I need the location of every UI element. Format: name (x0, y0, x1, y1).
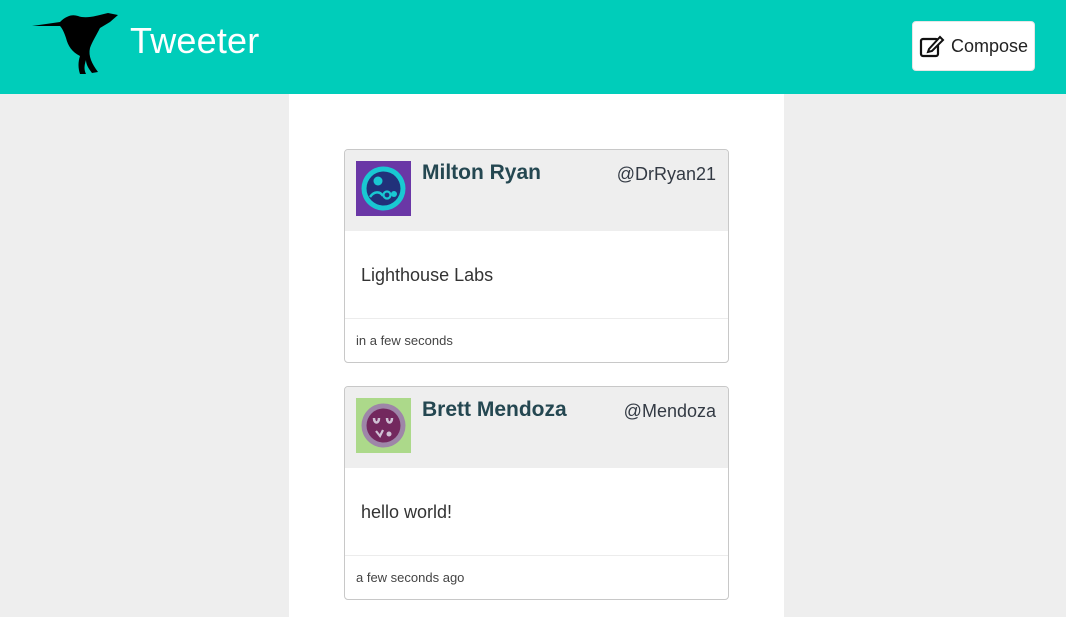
tweet-text: hello world! (345, 468, 728, 556)
tweet-container: Milton Ryan @DrRyan21 Lighthouse Labs in… (289, 94, 784, 617)
tweet-header: Brett Mendoza @Mendoza (345, 387, 728, 468)
tweet-author-name: Brett Mendoza (422, 398, 567, 421)
face-avatar-icon (356, 398, 411, 453)
tweet-author-handle: @Mendoza (623, 401, 716, 421)
navbar: Tweeter Compose (0, 0, 1066, 94)
tweet-author-handle: @DrRyan21 (616, 164, 716, 184)
compose-label: Compose (950, 35, 1029, 56)
tweet-timestamp: in a few seconds (356, 333, 453, 348)
tweet-header: Milton Ryan @DrRyan21 (345, 150, 728, 231)
tweet-author-name: Milton Ryan (422, 161, 541, 184)
brand-title[interactable]: Tweeter (130, 20, 259, 62)
edit-icon (919, 35, 945, 58)
hummingbird-logo[interactable] (30, 10, 120, 76)
tweet-card: Brett Mendoza @Mendoza hello world! a fe… (344, 386, 729, 600)
tweet-card: Milton Ryan @DrRyan21 Lighthouse Labs in… (344, 149, 729, 363)
tweet-timestamp: a few seconds ago (356, 570, 465, 585)
compose-button[interactable]: Compose (912, 21, 1035, 71)
tweet-text: Lighthouse Labs (345, 231, 728, 319)
robot-avatar-icon (356, 161, 411, 216)
